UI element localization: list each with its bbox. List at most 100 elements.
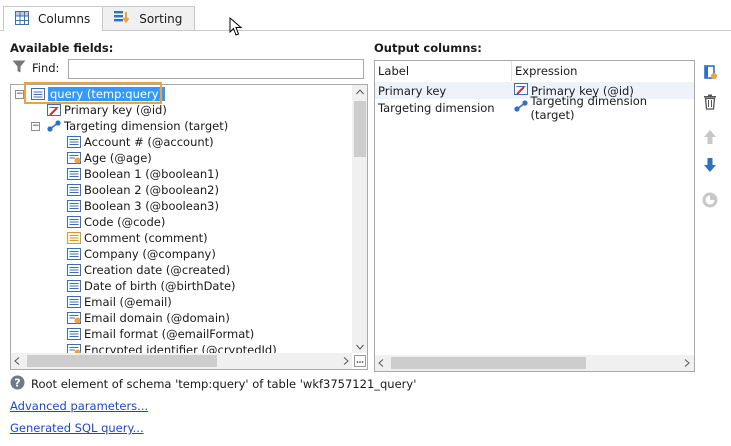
tree-field-item[interactable]: Creation date (@created) — [67, 262, 230, 278]
tree-field-label: Age (@age) — [84, 151, 152, 165]
tab-bar-divider — [0, 30, 731, 31]
tree-field-item[interactable]: Date of birth (@birthDate) — [67, 278, 236, 294]
output-row-label: Targeting dimension — [378, 100, 495, 115]
tree-field-item[interactable]: Company (@company) — [67, 246, 216, 262]
field-icon — [67, 264, 81, 276]
field-icon — [67, 296, 81, 308]
scroll-right-icon[interactable] — [684, 359, 690, 370]
distribution-icon — [702, 192, 718, 208]
tree-field-item[interactable]: Boolean 1 (@boolean1) — [67, 166, 219, 182]
tree-field-label: Boolean 1 (@boolean1) — [84, 167, 219, 181]
arrow-down-icon — [704, 158, 716, 172]
tree-field-item[interactable]: Account # (@account) — [67, 134, 214, 150]
grid-icon — [14, 10, 30, 29]
selection-highlight — [24, 82, 162, 104]
tree-field-item[interactable]: Code (@code) — [67, 214, 165, 230]
tree-targeting-label: Targeting dimension (target) — [64, 119, 229, 133]
tree-field-label: Code (@code) — [84, 215, 166, 229]
move-down-button[interactable] — [700, 155, 720, 175]
find-label: Find: — [32, 61, 60, 75]
tree-hscroll-thumb[interactable] — [27, 355, 217, 367]
scroll-down-icon[interactable] — [356, 342, 364, 353]
tree-primary-key-label: Primary key (@id) — [64, 103, 167, 117]
tree-field-label: Comment (comment) — [84, 231, 208, 245]
tree-vertical-scrollbar[interactable] — [352, 85, 367, 353]
tree-field-label: Date of birth (@birthDate) — [84, 279, 236, 293]
tab-strip: Columns Sorting — [3, 6, 196, 31]
field-icon — [67, 168, 81, 180]
help-icon: ? — [10, 375, 25, 393]
tree-field-label: Creation date (@created) — [84, 263, 231, 277]
field-icon — [67, 216, 81, 228]
advanced-parameters-link[interactable]: Advanced parameters... — [10, 399, 148, 413]
tree-field-label: Email (@email) — [84, 295, 172, 309]
field-icon — [67, 184, 81, 196]
add-column-button[interactable] — [700, 62, 720, 82]
tree-field-label: Boolean 3 (@boolean3) — [84, 199, 219, 213]
output-row-label: Primary key — [378, 83, 447, 98]
delete-column-button[interactable] — [700, 92, 720, 112]
tab-sorting[interactable]: Sorting — [102, 6, 196, 30]
trash-icon — [704, 94, 716, 110]
column-header-expression[interactable]: Expression — [511, 61, 694, 81]
sort-icon — [113, 9, 131, 28]
computed-field-icon — [67, 152, 81, 164]
tab-columns[interactable]: Columns — [3, 6, 104, 31]
status-text: Root element of schema 'temp:query' of t… — [31, 377, 417, 391]
generated-sql-query-link[interactable]: Generated SQL query... — [10, 421, 144, 435]
tree-field-item[interactable]: Comment (comment) — [67, 230, 208, 246]
field-icon — [67, 328, 81, 340]
collapse-targeting-icon[interactable]: − — [31, 122, 40, 131]
tree-field-item[interactable]: Email (@email) — [67, 294, 172, 310]
find-input[interactable] — [68, 59, 364, 79]
tree-targeting-dimension[interactable]: Targeting dimension (target) — [47, 118, 228, 134]
output-hscroll-thumb[interactable] — [391, 357, 586, 369]
tree-field-label: Account # (@account) — [84, 135, 214, 149]
field-icon — [67, 200, 81, 212]
add-column-icon — [704, 65, 717, 79]
tree-field-item[interactable]: Email domain (@domain) — [67, 310, 230, 326]
tree-field-label: Email format (@emailFormat) — [84, 327, 255, 341]
output-row-expression: Targeting dimension (target) — [530, 93, 648, 122]
output-columns-title: Output columns: — [374, 41, 482, 55]
link-icon — [513, 100, 528, 115]
distribution-button[interactable] — [700, 190, 720, 210]
tab-columns-label: Columns — [38, 12, 91, 26]
tree-horizontal-scrollbar[interactable] — [11, 353, 352, 369]
scroll-right-icon[interactable] — [343, 357, 349, 368]
output-row[interactable]: Targeting dimension Targeting dimension … — [375, 94, 694, 122]
find-row: Find: — [12, 60, 59, 76]
move-up-button[interactable] — [700, 127, 720, 147]
tree-field-item[interactable]: Age (@age) — [67, 150, 152, 166]
key-icon — [47, 104, 61, 116]
available-fields-tree[interactable]: − query (temp:query) Primary key (@id) −… — [10, 84, 368, 370]
field-icon — [67, 248, 81, 260]
mouse-cursor-icon — [229, 16, 243, 40]
tree-field-label: Company (@company) — [84, 247, 216, 261]
output-columns-grid[interactable]: Label Expression Primary key Primary key… — [374, 60, 695, 372]
tree-field-label: Email domain (@domain) — [84, 311, 230, 325]
memo-field-icon — [67, 232, 81, 244]
scroll-up-icon[interactable] — [356, 87, 364, 98]
tree-primary-key[interactable]: Primary key (@id) — [47, 102, 167, 118]
link-icon — [47, 120, 61, 132]
tree-field-item[interactable]: Boolean 2 (@boolean2) — [67, 182, 219, 198]
scroll-left-icon[interactable] — [14, 357, 20, 368]
status-row: ? Root element of schema 'temp:query' of… — [10, 375, 416, 393]
tree-vscroll-thumb[interactable] — [354, 101, 366, 157]
tree-corner-grip-icon[interactable] — [354, 355, 366, 367]
tree-field-item[interactable]: Boolean 3 (@boolean3) — [67, 198, 219, 214]
available-fields-title: Available fields: — [10, 41, 114, 55]
scroll-left-icon[interactable] — [378, 359, 384, 370]
svg-text:?: ? — [14, 376, 20, 389]
field-icon — [67, 280, 81, 292]
output-horizontal-scrollbar[interactable] — [375, 355, 694, 371]
tree-field-item[interactable]: Email format (@emailFormat) — [67, 326, 254, 342]
filter-icon — [12, 60, 26, 76]
field-icon — [67, 136, 81, 148]
tab-sorting-label: Sorting — [139, 11, 183, 26]
column-header-label[interactable]: Label — [375, 61, 512, 81]
computed-field-icon — [67, 312, 81, 324]
collapse-root-icon[interactable]: − — [15, 90, 24, 99]
tree-field-label: Boolean 2 (@boolean2) — [84, 183, 219, 197]
